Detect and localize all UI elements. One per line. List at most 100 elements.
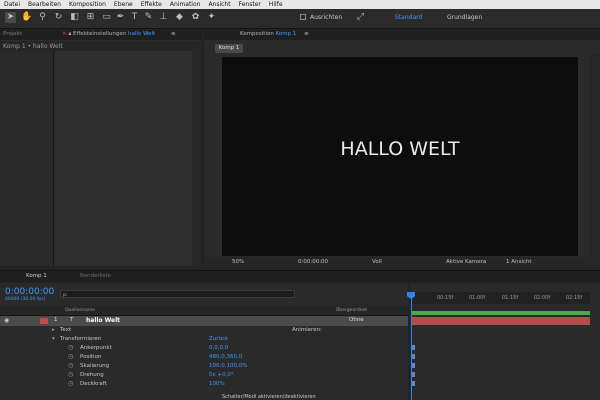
pen-tool-icon[interactable]: ✒ bbox=[115, 12, 126, 23]
current-time[interactable]: 0:00:00:00 bbox=[298, 259, 328, 265]
tab-project[interactable]: Projekt bbox=[3, 31, 22, 37]
property-anchor-point: Ankerpunkt bbox=[80, 345, 112, 351]
composition-footer bbox=[204, 257, 600, 268]
stopwatch-icon[interactable]: ◷ bbox=[68, 362, 73, 370]
ruler-label: 01:00f bbox=[469, 295, 486, 301]
property-row-opacity[interactable]: ◷ Deckkraft 100% bbox=[0, 380, 408, 388]
visibility-eye-icon[interactable]: ◉ bbox=[4, 317, 9, 324]
zoom-dropdown[interactable]: 50% bbox=[232, 259, 244, 265]
scrollbar[interactable] bbox=[590, 54, 600, 260]
layer-duration-bar[interactable] bbox=[412, 317, 590, 325]
zoom-tool-icon[interactable]: ⚲ bbox=[37, 12, 48, 23]
close-icon[interactable]: ✕ bbox=[62, 31, 67, 37]
timeline-search-input[interactable]: ρ. bbox=[60, 290, 295, 298]
property-row-rotation[interactable]: ◷ Drehung 0x +0,0° bbox=[0, 371, 408, 379]
menu-hilfe[interactable]: Hilfe bbox=[269, 0, 283, 9]
menu-datei[interactable]: Datei bbox=[4, 0, 20, 9]
composition-subheader bbox=[204, 41, 600, 54]
work-area-bar[interactable] bbox=[412, 311, 590, 315]
camera-tool-icon[interactable]: ◧ bbox=[69, 12, 80, 23]
menu-ansicht[interactable]: Ansicht bbox=[208, 0, 230, 9]
puppet-tool-icon[interactable]: ✦ bbox=[206, 12, 217, 23]
twirl-arrow-icon[interactable]: ▸ bbox=[52, 326, 55, 334]
timeline-search-placeholder: ρ. bbox=[63, 292, 68, 298]
stopwatch-icon[interactable]: ◷ bbox=[68, 353, 73, 361]
property-text: Text bbox=[60, 327, 72, 333]
stopwatch-icon[interactable]: ◷ bbox=[68, 371, 73, 379]
viewer-text-layer[interactable]: HALLO WELT bbox=[222, 138, 578, 160]
effect-controls-area bbox=[56, 51, 192, 266]
property-transform: Transformieren bbox=[60, 336, 102, 342]
composition-navigator-button[interactable]: Komp 1 bbox=[215, 44, 243, 53]
keyframe-marker[interactable] bbox=[412, 345, 415, 350]
pan-behind-tool-icon[interactable]: ⊞ bbox=[85, 12, 96, 23]
timeline-timecode[interactable]: 0:00:00:00 bbox=[5, 287, 54, 297]
workspace-grundlagen[interactable]: Grundlagen bbox=[447, 14, 482, 21]
brush-tool-icon[interactable]: ✎ bbox=[143, 12, 154, 23]
keyframe-marker[interactable] bbox=[412, 372, 415, 377]
switches-modes-toggle[interactable]: Schalter/Modi aktivieren/deaktivieren bbox=[222, 394, 316, 400]
stopwatch-icon[interactable]: ◷ bbox=[68, 380, 73, 388]
animate-menu[interactable]: Animieren: bbox=[292, 326, 322, 334]
property-row-scale[interactable]: ◷ Skalierung 100,0,100,0% bbox=[0, 362, 408, 370]
resolution-dropdown[interactable]: Voll bbox=[372, 259, 382, 265]
tab-effect-controls[interactable]: ✕ 🔒︎ Effekteinstellungen hallo Welt ≡ bbox=[62, 31, 176, 38]
keyframe-marker[interactable] bbox=[412, 363, 415, 368]
keyframe-marker[interactable] bbox=[412, 381, 415, 386]
twirl-arrow-icon[interactable]: ▾ bbox=[52, 335, 55, 343]
reset-link[interactable]: Zurück bbox=[209, 335, 228, 343]
camera-dropdown[interactable]: Aktive Kamera bbox=[446, 259, 486, 265]
rotation-value[interactable]: 0x +0,0° bbox=[209, 371, 234, 379]
tab-composition[interactable]: Komposition Komp 1 ≡ bbox=[240, 31, 309, 37]
property-opacity: Deckkraft bbox=[80, 381, 107, 387]
composition-tab-name: Komp 1 bbox=[275, 31, 297, 37]
ruler-label: 02:15f bbox=[566, 295, 583, 301]
keyframe-marker[interactable] bbox=[412, 354, 415, 359]
selection-tool-icon[interactable]: ➤ bbox=[5, 12, 16, 23]
align-options-icon[interactable]: ⤢ bbox=[355, 12, 366, 23]
opacity-value[interactable]: 100% bbox=[209, 380, 225, 388]
parent-dropdown[interactable]: Ohne bbox=[349, 317, 364, 323]
anchor-point-value[interactable]: 0,0,0,0 bbox=[209, 344, 228, 352]
clone-stamp-tool-icon[interactable]: ⊥ bbox=[158, 12, 169, 23]
roto-brush-tool-icon[interactable]: ✿ bbox=[190, 12, 201, 23]
menu-animation[interactable]: Animation bbox=[170, 0, 201, 9]
rotate-tool-icon[interactable]: ↻ bbox=[53, 12, 64, 23]
scale-value[interactable]: 100,0,100,0% bbox=[209, 362, 247, 370]
ruler-label: 02:00f bbox=[534, 295, 551, 301]
menu-bearbeiten[interactable]: Bearbeiten bbox=[28, 0, 61, 9]
property-row-position[interactable]: ◷ Position 480,0,360,0 bbox=[0, 353, 408, 361]
layer-row[interactable]: ◉ 1 T hallo Welt Ohne bbox=[0, 316, 408, 326]
ausrichten-label: Ausrichten bbox=[310, 14, 343, 21]
property-row-anchor[interactable]: ◷ Ankerpunkt 0,0,0,0 bbox=[0, 344, 408, 352]
hand-tool-icon[interactable]: ✋ bbox=[21, 12, 32, 23]
menu-effekte[interactable]: Effekte bbox=[141, 0, 162, 9]
menu-komposition[interactable]: Komposition bbox=[69, 0, 106, 9]
effects-tab-layer: hallo Welt bbox=[127, 31, 156, 37]
tab-renderliste[interactable]: Renderliste bbox=[80, 273, 111, 279]
label-color-icon[interactable] bbox=[40, 318, 48, 324]
breadcrumb: Komp 1 • hallo Welt bbox=[3, 43, 63, 50]
column-source-name[interactable]: Quellenname bbox=[65, 308, 95, 313]
panel-menu-icon[interactable]: ≡ bbox=[304, 31, 309, 37]
eraser-tool-icon[interactable]: ◆ bbox=[174, 12, 185, 23]
project-column bbox=[0, 51, 54, 266]
layer-name[interactable]: hallo Welt bbox=[86, 317, 120, 324]
workspace-standard[interactable]: Standard bbox=[395, 14, 422, 21]
property-row-transform[interactable]: ▾ Transformieren Zurück bbox=[0, 335, 408, 343]
text-tool-icon[interactable]: T bbox=[129, 12, 140, 23]
tab-timeline-komp1[interactable]: Komp 1 bbox=[26, 273, 47, 279]
ausrichten-checkbox[interactable] bbox=[300, 14, 306, 20]
menu-ebene[interactable]: Ebene bbox=[114, 0, 133, 9]
current-time-indicator[interactable] bbox=[411, 292, 412, 400]
lock-icon[interactable]: 🔒︎ bbox=[68, 31, 71, 37]
menu-fenster[interactable]: Fenster bbox=[239, 0, 261, 9]
property-row-text[interactable]: ▸ Text Animieren: bbox=[0, 326, 408, 334]
mask-tool-icon[interactable]: ▭ bbox=[101, 12, 112, 23]
panel-menu-icon[interactable]: ≡ bbox=[171, 31, 176, 37]
scrollbar[interactable] bbox=[192, 51, 202, 266]
stopwatch-icon[interactable]: ◷ bbox=[68, 344, 73, 352]
column-parent[interactable]: Übergeordnet bbox=[336, 308, 367, 313]
position-value[interactable]: 480,0,360,0 bbox=[209, 353, 242, 361]
views-dropdown[interactable]: 1 Ansicht bbox=[506, 259, 532, 265]
